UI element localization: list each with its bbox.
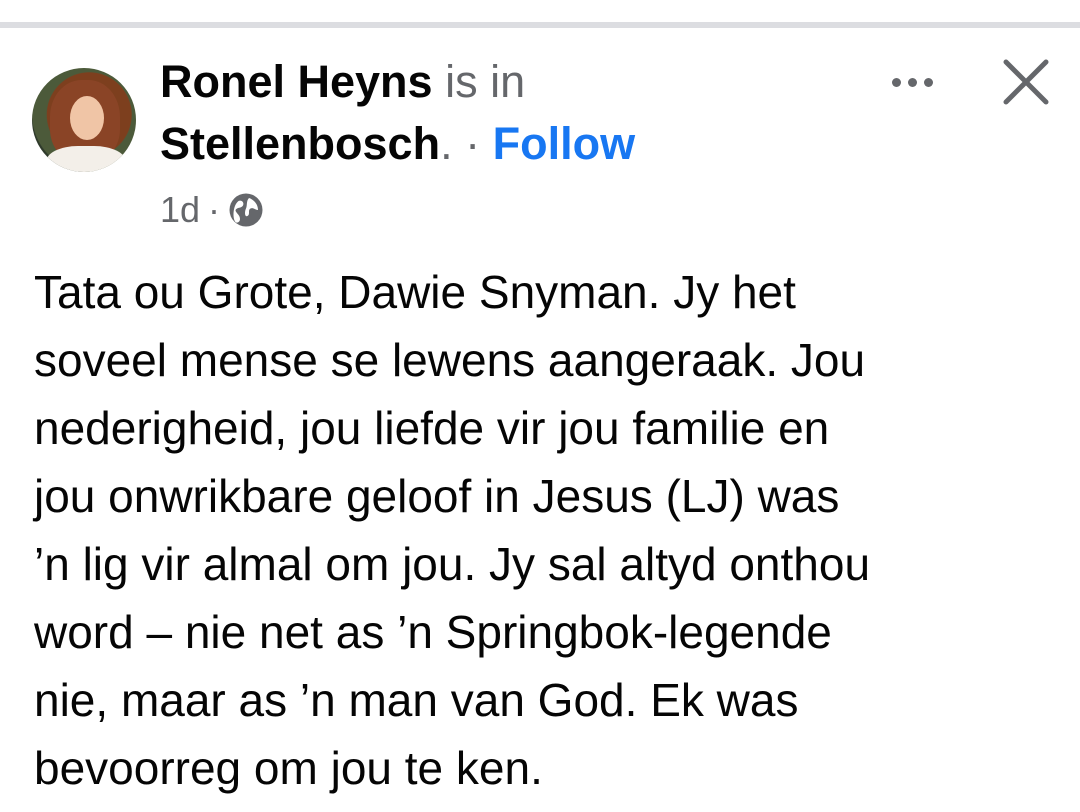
post-header-line1: Ronel Heyns is in — [160, 54, 525, 110]
post-header-line2: Stellenbosch. · Follow — [160, 116, 635, 172]
follow-button[interactable]: Follow — [493, 118, 635, 169]
header-separator: · — [465, 118, 481, 169]
location-link[interactable]: Stellenbosch — [160, 118, 440, 169]
post-meta: 1d · — [160, 188, 264, 232]
top-divider — [0, 0, 1080, 28]
avatar-face — [70, 96, 104, 140]
post-body-text: Tata ou Grote, Dawie Snyman. Jy het sove… — [34, 266, 871, 794]
avatar-shirt — [46, 146, 126, 172]
timestamp[interactable]: 1d — [160, 188, 200, 232]
close-icon[interactable] — [996, 52, 1056, 112]
more-options-button[interactable] — [880, 62, 944, 102]
meta-separator: · — [208, 189, 221, 230]
post-card: Ronel Heyns is in Stellenbosch. · Follow… — [0, 28, 1080, 812]
more-dot — [891, 77, 901, 87]
more-dot — [907, 77, 917, 87]
avatar[interactable] — [32, 68, 136, 172]
more-dot — [923, 77, 933, 87]
location-suffix: . — [440, 118, 453, 169]
author-name[interactable]: Ronel Heyns — [160, 56, 433, 107]
globe-icon[interactable] — [228, 192, 264, 228]
is-in-text: is in — [445, 56, 526, 107]
